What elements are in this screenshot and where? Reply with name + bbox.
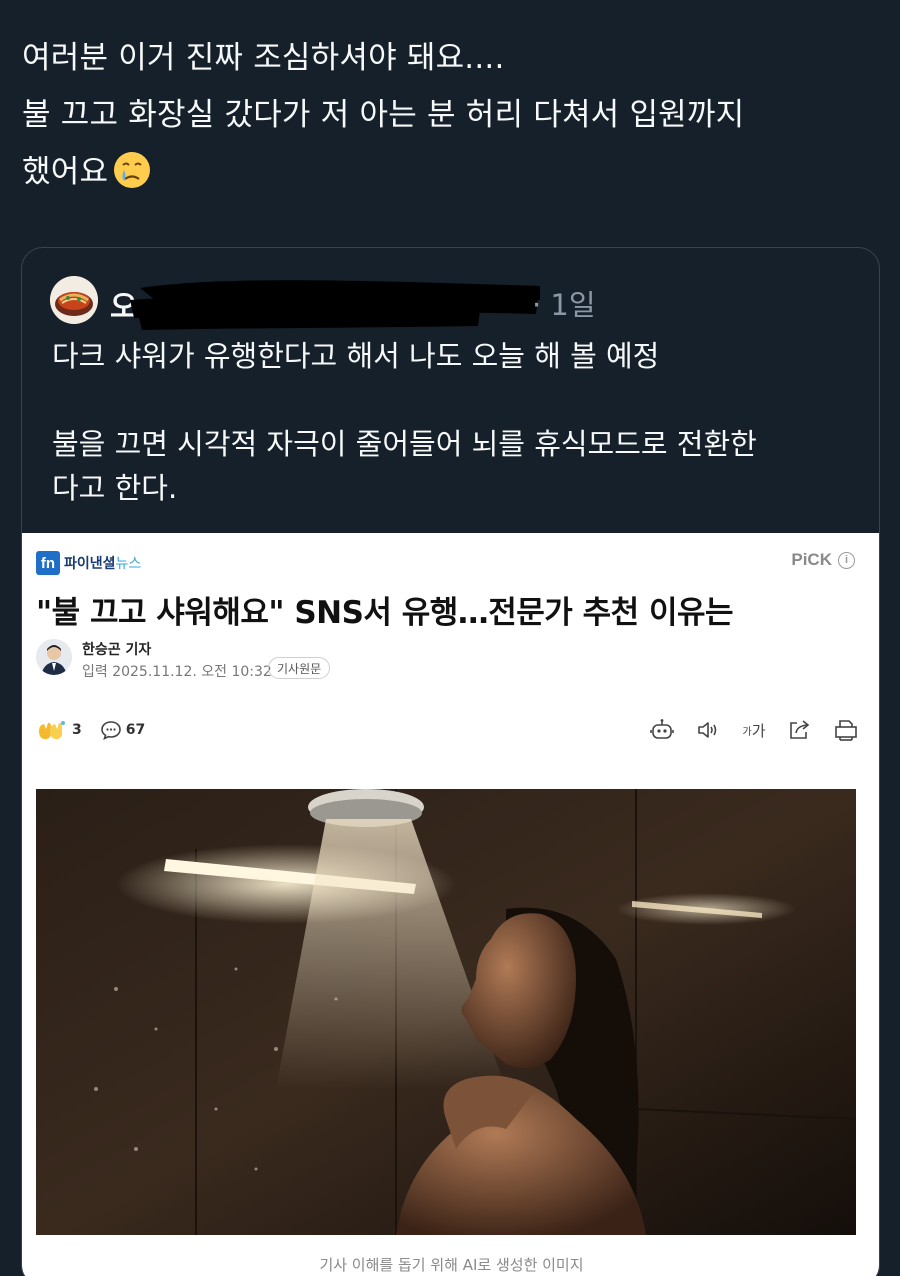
article-screenshot[interactable]: fn 파이낸셜 뉴스 PiCK i "불 끄고 샤워해요" SNS서 유행…전문… xyxy=(22,533,879,1276)
tweet-text: 여러분 이거 진짜 조심하셔야 돼요.... 불 끄고 화장실 갔다가 저 아는… xyxy=(22,30,882,201)
image-caption: 기사 이해를 돕기 위해 AI로 생성한 이미지 xyxy=(319,1256,584,1274)
article-title: "불 끄고 샤워해요" SNS서 유행…전문가 추천 이유는 xyxy=(36,595,734,631)
tweet-line-2: 불 끄고 화장실 갔다가 저 아는 분 허리 다쳐서 입원까지 xyxy=(22,97,745,133)
tweet-line-1: 여러분 이거 진짜 조심하셔야 돼요.... xyxy=(22,40,505,76)
reporter-name[interactable]: 한승곤 기자 xyxy=(82,639,151,659)
comment-count: 67 xyxy=(125,722,146,738)
quoted-timestamp[interactable]: · 1일 xyxy=(532,282,596,324)
quoted-line-3: 다고 한다. xyxy=(52,471,178,505)
news-name-suffix: 뉴스 xyxy=(115,556,142,572)
fn-logo-icon: fn xyxy=(36,551,60,575)
news-logo: fn 파이낸셜 뉴스 xyxy=(36,551,141,575)
quoted-tweet-body: 다크 샤워가 유행한다고 해서 나도 오늘 해 볼 예정 불을 끄면 시각적 자… xyxy=(52,334,852,510)
article-tools: 가가 xyxy=(649,717,859,743)
comment-icon[interactable] xyxy=(100,719,122,741)
avatar[interactable] xyxy=(50,276,98,324)
clap-icon[interactable] xyxy=(36,719,68,741)
share-icon[interactable] xyxy=(787,717,813,743)
robot-summary-icon[interactable] xyxy=(649,717,675,743)
reaction-count: 3 xyxy=(72,722,82,738)
quoted-line-1: 다크 샤워가 유행한다고 해서 나도 오늘 해 볼 예정 xyxy=(52,339,660,373)
original-article-button[interactable]: 기사원문 xyxy=(268,657,331,679)
reaction-row: 3 67 xyxy=(36,719,145,741)
news-name: 파이낸셜 xyxy=(64,556,116,572)
font-size-large-label: 가 xyxy=(751,721,766,740)
print-icon[interactable] xyxy=(833,717,859,743)
pick-label: PiCK xyxy=(791,550,832,569)
tweet-line-3-text: 했어요 xyxy=(22,154,109,190)
article-date: 입력 2025.11.12. 오전 10:32 xyxy=(82,664,272,680)
font-size-button[interactable]: 가가 xyxy=(741,717,767,743)
tweet-line-3: 했어요 xyxy=(22,144,882,201)
quoted-line-2: 불을 끄면 시각적 자극이 줄어들어 뇌를 휴식모드로 전환한 xyxy=(52,427,757,461)
reporter-photo xyxy=(36,639,72,675)
speaker-icon[interactable] xyxy=(695,717,721,743)
font-size-small-label: 가 xyxy=(742,726,752,738)
info-icon: i xyxy=(838,551,855,569)
pick-badge: PiCK i xyxy=(791,550,855,570)
article-photo xyxy=(36,789,856,1235)
crying-face-icon xyxy=(114,152,151,188)
quoted-tweet-card[interactable]: 오… 5B · 1일 다크 샤워가 유행한다고 해서 나도 오늘 해 볼 예정 … xyxy=(21,247,880,1276)
redaction-scribble xyxy=(130,280,540,330)
quoted-tweet-header: 오… 5B · 1일 xyxy=(50,276,850,330)
